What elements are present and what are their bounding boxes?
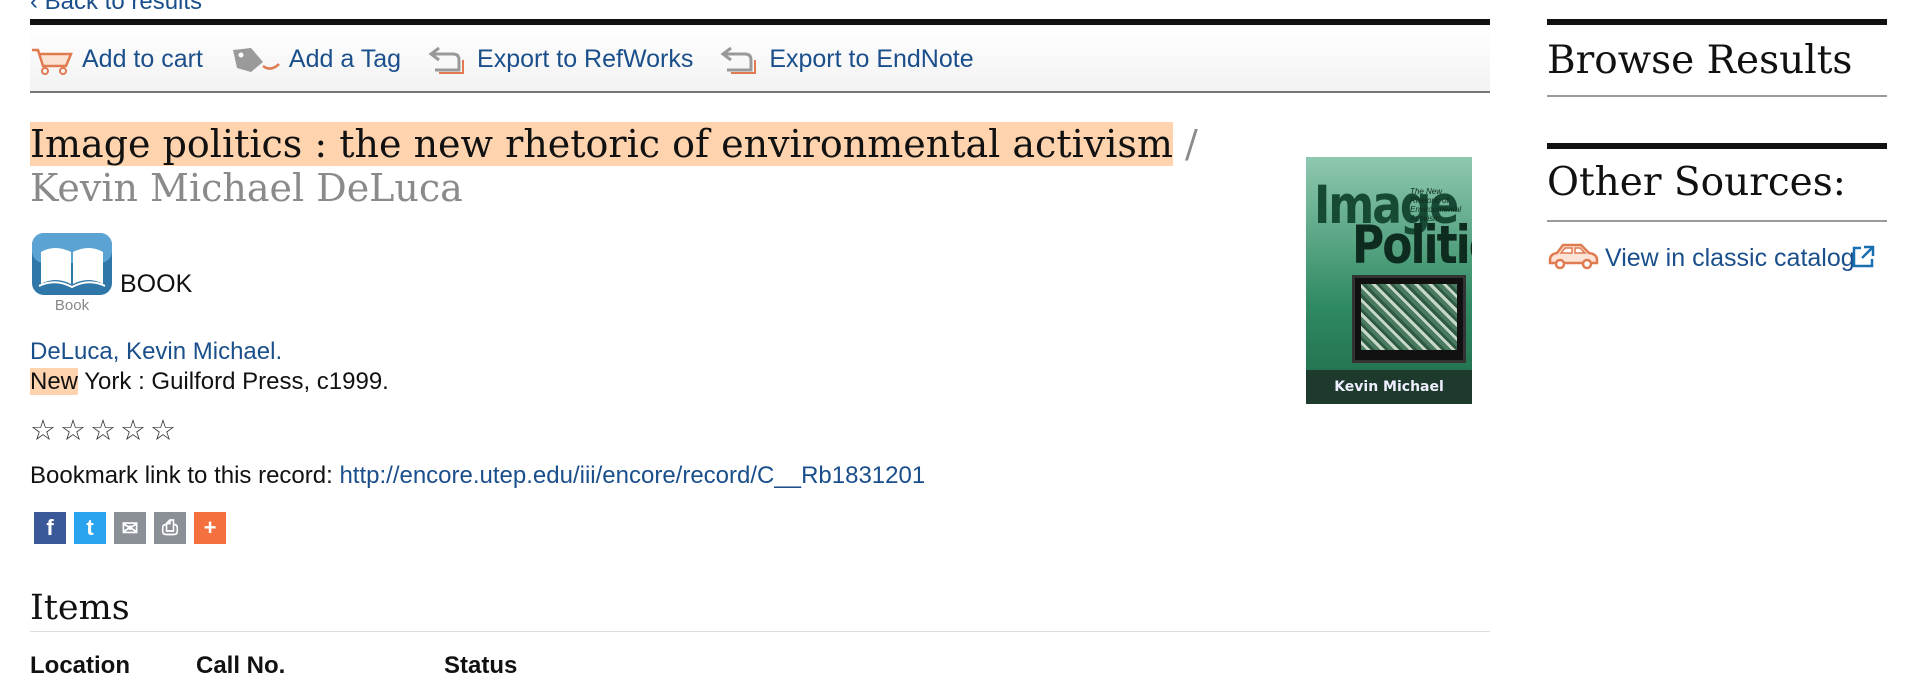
- classic-catalog-label: View in classic catalog: [1605, 244, 1855, 272]
- publication-info: New York : Guilford Press, c1999.: [30, 368, 389, 396]
- add-tag-button[interactable]: Add a Tag: [229, 42, 401, 76]
- format-icon-label: Book: [54, 297, 90, 314]
- browse-results-heading[interactable]: Browse Results: [1547, 38, 1852, 83]
- column-header-location[interactable]: Location: [30, 652, 130, 680]
- toolbar-divider: [30, 91, 1490, 93]
- format-block: Book BOOK: [30, 232, 192, 314]
- email-icon[interactable]: ✉: [114, 512, 146, 544]
- car-icon: [1548, 243, 1599, 270]
- export-refworks-label: Export to RefWorks: [477, 44, 694, 73]
- cover-tv-graphic: [1352, 275, 1466, 363]
- star-icon[interactable]: ☆: [120, 416, 146, 446]
- top-divider: [30, 19, 1490, 25]
- browse-bottom-rule: [1547, 95, 1887, 97]
- format-icon-box: Book: [30, 232, 114, 314]
- bookmark-row: Bookmark link to this record: http://enc…: [30, 462, 925, 490]
- sources-bottom-rule: [1547, 220, 1887, 222]
- back-to-results-link[interactable]: ‹ Back to results: [30, 0, 202, 16]
- tag-icon: [232, 48, 280, 72]
- column-header-call-no[interactable]: Call No.: [196, 652, 285, 680]
- export-endnote-label: Export to EndNote: [769, 44, 974, 73]
- cart-icon: [32, 48, 73, 75]
- export-icon: [720, 46, 757, 74]
- add-to-cart-label: Add to cart: [82, 44, 203, 73]
- star-icon[interactable]: ☆: [150, 416, 176, 446]
- rating-stars: ☆ ☆ ☆ ☆ ☆: [30, 416, 176, 446]
- author-link[interactable]: DeLuca, Kevin Michael.: [30, 338, 282, 366]
- sources-top-rule: [1547, 143, 1887, 149]
- classic-catalog-link[interactable]: View in classic catalog: [1547, 240, 1887, 276]
- bookmark-label: Bookmark link to this record:: [30, 462, 340, 489]
- other-sources-heading: Other Sources:: [1547, 160, 1846, 205]
- browse-top-rule: [1547, 19, 1887, 25]
- pub-highlight: New: [30, 368, 79, 395]
- title-text: Image politics : the new rhetoric of env…: [30, 122, 1173, 166]
- bookmark-url-link[interactable]: http://encore.utep.edu/iii/encore/record…: [339, 462, 925, 489]
- external-link-icon[interactable]: [1850, 244, 1876, 270]
- export-endnote-button[interactable]: Export to EndNote: [719, 42, 974, 76]
- cover-author: Kevin Michael DeLuca: [1306, 370, 1472, 404]
- pub-rest: York : Guilford Press, c1999.: [78, 368, 389, 395]
- items-heading: Items: [30, 588, 130, 628]
- facebook-icon[interactable]: f: [34, 512, 66, 544]
- cover-title-line2: Politics: [1352, 215, 1472, 277]
- star-icon[interactable]: ☆: [30, 416, 56, 446]
- column-header-status[interactable]: Status: [444, 652, 517, 680]
- share-buttons: f t ✉ ⎙ +: [34, 512, 226, 544]
- record-toolbar: Add to cart Add a Tag Export to RefWorks…: [30, 26, 1490, 92]
- share-more-icon[interactable]: +: [194, 512, 226, 544]
- star-icon[interactable]: ☆: [60, 416, 86, 446]
- book-icon: [32, 233, 112, 295]
- star-icon[interactable]: ☆: [90, 416, 116, 446]
- add-to-cart-button[interactable]: Add to cart: [30, 42, 203, 76]
- add-tag-label: Add a Tag: [288, 44, 402, 73]
- export-refworks-button[interactable]: Export to RefWorks: [427, 42, 693, 76]
- book-cover-image[interactable]: Image The New Rhetoric of Environmental …: [1306, 157, 1472, 404]
- items-divider: [30, 631, 1490, 632]
- record-title: Image politics : the new rhetoric of env…: [30, 122, 1230, 210]
- print-icon[interactable]: ⎙: [154, 512, 186, 544]
- twitter-icon[interactable]: t: [74, 512, 106, 544]
- export-icon: [428, 46, 465, 74]
- format-text: BOOK: [120, 270, 193, 298]
